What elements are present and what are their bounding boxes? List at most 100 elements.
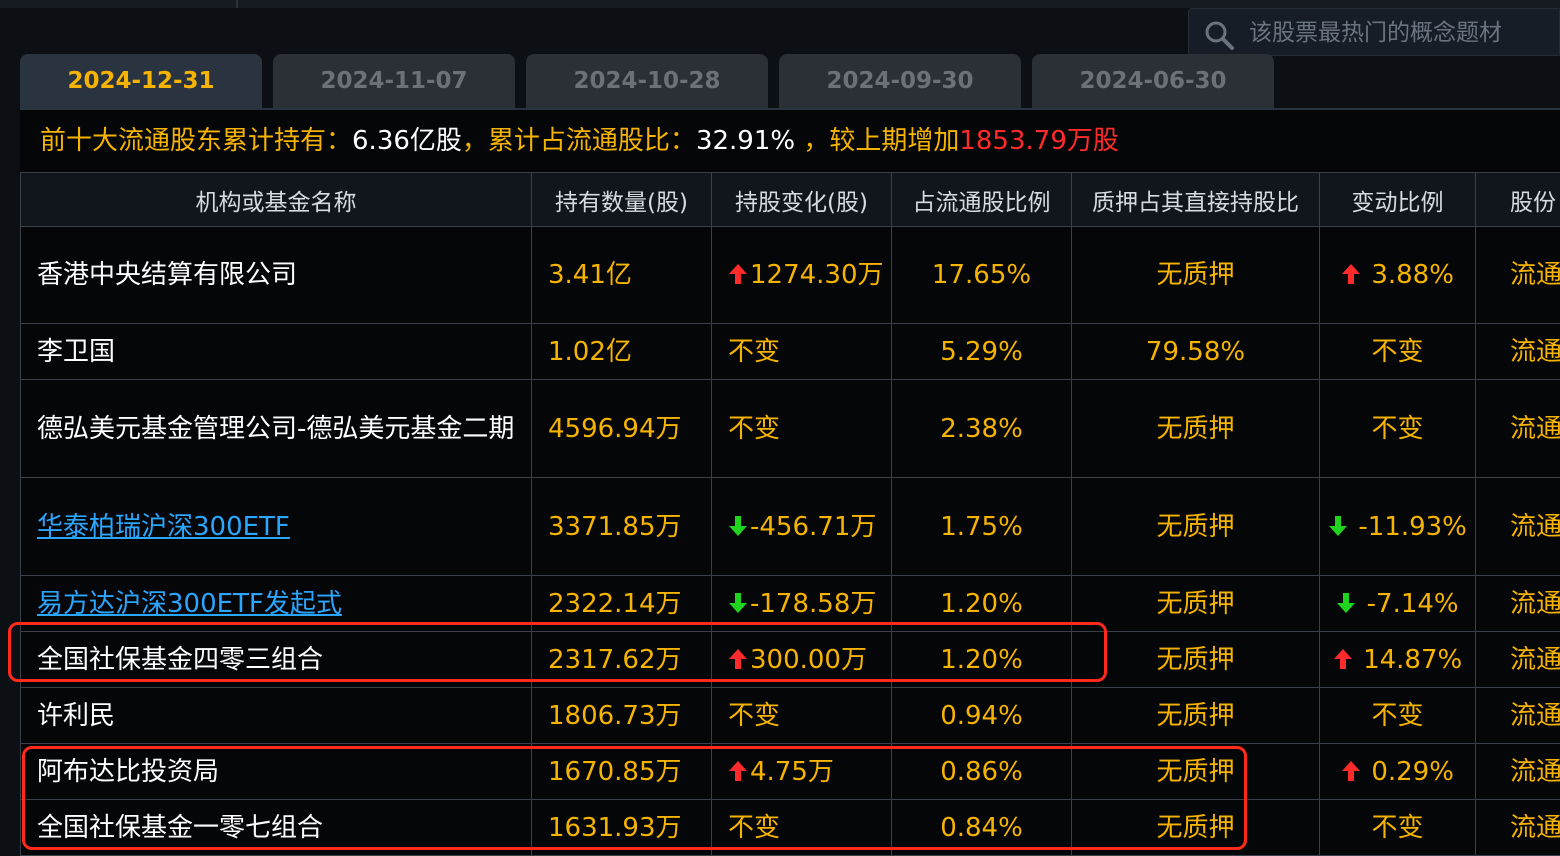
holding-change-value: 300.00万 xyxy=(750,644,867,675)
share-type: 流通 xyxy=(1475,687,1560,744)
holding-change-value: -178.58万 xyxy=(750,588,877,619)
holder-name-text: 全国社保基金四零三组合 xyxy=(37,644,324,675)
variation-ratio-value: 不变 xyxy=(1371,413,1424,444)
arrow-down-icon xyxy=(728,512,750,542)
variation-ratio: 不变 xyxy=(1319,799,1476,856)
top-bar xyxy=(0,0,1560,8)
col-header-change: 持股变化(股) xyxy=(711,172,892,227)
col-header-pledge: 质押占其直接持股比 xyxy=(1071,172,1320,227)
arrow-down-icon xyxy=(1328,512,1350,542)
pledge-ratio: 无质押 xyxy=(1071,379,1320,478)
col-header-float-ratio: 占流通股比例 xyxy=(891,172,1072,227)
float-ratio: 5.29% xyxy=(891,323,1072,380)
holding-change: 不变 xyxy=(711,799,892,856)
variation-ratio: -7.14% xyxy=(1319,575,1476,632)
holder-name: 全国社保基金四零三组合 xyxy=(20,631,532,688)
search-placeholder: 该股票最热门的概念题材 xyxy=(1249,20,1502,46)
summary-prefix: 前十大流通股东累计持有： xyxy=(40,126,353,156)
float-ratio: 1.20% xyxy=(891,631,1072,688)
holder-link[interactable]: 华泰柏瑞沪深300ETF xyxy=(37,512,290,542)
holding-change-value: 不变 xyxy=(728,336,781,367)
arrow-up-icon xyxy=(728,757,750,787)
pledge-ratio: 79.58% xyxy=(1071,323,1320,380)
arrow-up-icon xyxy=(728,645,750,675)
variation-ratio: 不变 xyxy=(1319,323,1476,380)
holder-name: 德弘美元基金管理公司-德弘美元基金二期 xyxy=(20,379,532,478)
variation-ratio: 3.88% xyxy=(1319,226,1476,324)
summary-holdings: 6.36亿股 xyxy=(352,126,462,156)
tab-2024-12-31[interactable]: 2024-12-31 xyxy=(20,54,262,108)
holding-change-value: 不变 xyxy=(728,413,781,444)
holding-quantity: 3371.85万 xyxy=(531,477,712,576)
pledge-ratio: 无质押 xyxy=(1071,743,1320,800)
holder-name-text: 许利民 xyxy=(37,700,116,731)
table-row: 全国社保基金四零三组合 2317.62万 300.00万 1.20% 无质押 14.87… xyxy=(20,631,1560,688)
variation-ratio: 不变 xyxy=(1319,379,1476,478)
holder-name: 李卫国 xyxy=(20,323,532,380)
variation-ratio: 0.29% xyxy=(1319,743,1476,800)
holder-name: 许利民 xyxy=(20,687,532,744)
holding-change: -456.71万 xyxy=(711,477,892,576)
table-row: 德弘美元基金管理公司-德弘美元基金二期 4596.94万 不变 2.38% 无质押 不变流… xyxy=(20,379,1560,478)
holding-quantity: 4596.94万 xyxy=(531,379,712,478)
variation-ratio: 14.87% xyxy=(1319,631,1476,688)
holding-quantity: 1631.93万 xyxy=(531,799,712,856)
table-row: 全国社保基金一零七组合 1631.93万 不变 0.84% 无质押 不变 流通 xyxy=(20,799,1560,856)
pledge-ratio: 无质押 xyxy=(1071,631,1320,688)
table-row: 许利民 1806.73万 不变 0.94% 无质押 不变 流通 xyxy=(20,687,1560,744)
table-row: 易方达沪深300ETF发起式 2322.14万 -178.58万 1.20% 无质押 -… xyxy=(20,575,1560,632)
summary-ratio: 32.91% xyxy=(695,126,796,156)
arrow-up-icon xyxy=(1333,645,1355,675)
pledge-ratio: 无质押 xyxy=(1071,799,1320,856)
variation-ratio-value: 3.88% xyxy=(1371,260,1454,290)
table-row: 李卫国 1.02亿 不变 5.29% 79.58% 不变 流通 xyxy=(20,323,1560,380)
variation-ratio: 不变 xyxy=(1319,687,1476,744)
holdings-summary: 前十大流通股东累计持有：6.36亿股，累计占流通股比：32.91% ，较上期增加… xyxy=(20,110,1560,172)
holding-quantity: 3.41亿 xyxy=(531,226,712,324)
table-row: 香港中央结算有限公司 3.41亿 1274.30万 17.65% 无质押 3.88% 流通 xyxy=(20,226,1560,324)
variation-ratio-value: 14.87% xyxy=(1363,644,1463,675)
summary-change: 1853.79万股 xyxy=(959,126,1119,156)
float-ratio: 1.20% xyxy=(891,575,1072,632)
col-header-name: 机构或基金名称 xyxy=(20,172,532,227)
search-icon xyxy=(1205,21,1234,50)
top-holders-table: 机构或基金名称 持有数量(股) 持股变化(股) 占流通股比例 质押占其直接持股比… xyxy=(20,172,1560,856)
share-type: 流通 xyxy=(1475,743,1560,800)
concept-search-box[interactable]: 该股票最热门的概念题材 xyxy=(1188,8,1560,56)
summary-change-label: ，较上期增加 xyxy=(795,126,960,156)
tab-2024-09-30[interactable]: 2024-09-30 xyxy=(779,54,1021,108)
holding-change: 1274.30万 xyxy=(711,226,892,324)
tab-2024-11-07[interactable]: 2024-11-07 xyxy=(273,54,515,108)
holding-change: 不变 xyxy=(711,323,892,380)
arrow-up-icon xyxy=(728,260,750,290)
holding-change-value: 不变 xyxy=(728,812,781,843)
holder-name-text: 李卫国 xyxy=(37,336,116,367)
summary-ratio-label: ，累计占流通股比： xyxy=(461,126,696,156)
holder-name-text: 全国社保基金一零七组合 xyxy=(37,812,324,843)
share-type: 流通 xyxy=(1475,323,1560,380)
variation-ratio-value: 0.29% xyxy=(1371,756,1454,787)
arrow-up-icon xyxy=(1341,260,1363,290)
holder-link[interactable]: 易方达沪深300ETF发起式 xyxy=(37,589,342,619)
float-ratio: 1.75% xyxy=(891,477,1072,576)
arrow-down-icon xyxy=(1336,589,1358,619)
top-bar-notch xyxy=(236,0,238,8)
variation-ratio-value: 不变 xyxy=(1371,812,1424,843)
arrow-up-icon xyxy=(1341,757,1363,787)
share-type: 流通 xyxy=(1475,575,1560,632)
holding-change: -178.58万 xyxy=(711,575,892,632)
float-ratio: 2.38% xyxy=(891,379,1072,478)
tab-2024-10-28[interactable]: 2024-10-28 xyxy=(526,54,768,108)
pledge-ratio: 无质押 xyxy=(1071,687,1320,744)
variation-ratio-value: -7.14% xyxy=(1366,588,1459,619)
share-type: 流通 xyxy=(1475,631,1560,688)
tab-2024-06-30[interactable]: 2024-06-30 xyxy=(1032,54,1274,108)
holding-quantity: 1670.85万 xyxy=(531,743,712,800)
pledge-ratio: 无质押 xyxy=(1071,575,1320,632)
holding-change: 不变 xyxy=(711,379,892,478)
holding-change-value: 4.75万 xyxy=(750,756,834,787)
variation-ratio-value: 不变 xyxy=(1371,700,1424,731)
holder-name: 华泰柏瑞沪深300ETF xyxy=(20,477,532,576)
holding-change-value: 1274.30万 xyxy=(750,260,884,290)
col-header-variation: 变动比例 xyxy=(1319,172,1476,227)
